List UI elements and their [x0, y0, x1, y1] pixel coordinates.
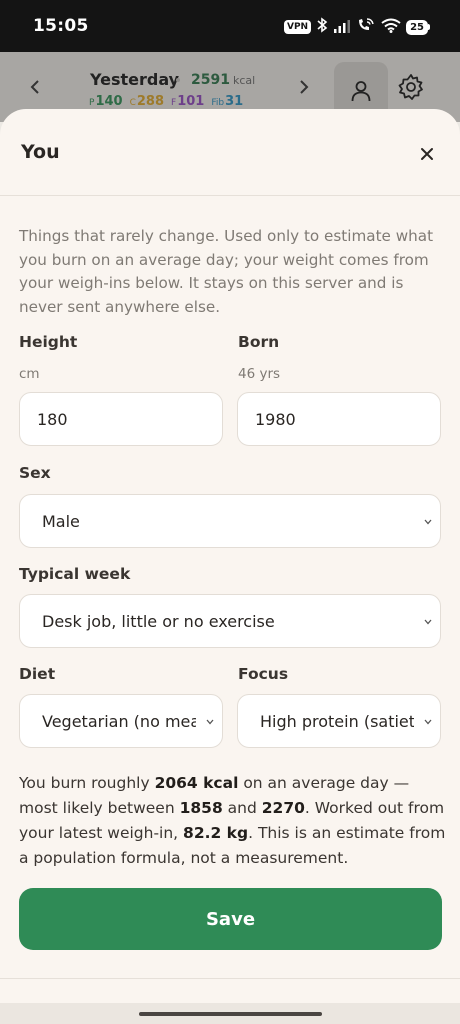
burn-kcal: 2064 kcal	[154, 774, 239, 792]
day-kcal: 2591 kcal	[191, 72, 256, 88]
wifi-calling-icon	[356, 17, 376, 37]
status-bar: 15:05 VPN 25	[0, 0, 460, 52]
focus-label: Focus	[238, 665, 289, 683]
vpn-icon: VPN	[283, 20, 312, 34]
focus-value: High protein (satiety)	[260, 711, 414, 731]
next-day-button[interactable]	[297, 78, 311, 100]
burn-low: 1858	[179, 799, 223, 817]
born-label: Born	[238, 333, 280, 351]
chevron-down-icon	[424, 719, 432, 725]
macro-fat: F101	[171, 94, 205, 109]
macro-summary: P140 C288 F101 Fib31	[89, 94, 243, 109]
macro-fiber: Fib31	[211, 94, 244, 109]
intro-text: Things that rarely change. Used only to …	[19, 227, 434, 316]
sex-label: Sex	[19, 464, 51, 482]
previous-day-button[interactable]	[28, 78, 42, 100]
gear-icon	[398, 74, 423, 100]
settings-button[interactable]	[396, 72, 426, 106]
burn-high: 2270	[261, 799, 305, 817]
macro-carbs: C288	[129, 94, 165, 109]
macro-protein: P140	[89, 94, 123, 109]
home-indicator[interactable]	[139, 1012, 322, 1016]
wifi-icon	[381, 18, 401, 37]
height-label: Height	[19, 333, 78, 351]
diet-label: Diet	[19, 665, 56, 683]
status-icons: VPN 25	[283, 15, 430, 39]
sex-select[interactable]: Male	[19, 494, 441, 548]
status-time: 15:05	[33, 16, 89, 36]
sex-value: Male	[42, 511, 80, 531]
born-input[interactable]: 1980	[237, 392, 441, 446]
diet-value: Vegetarian (no meat)	[42, 711, 196, 731]
chevron-down-icon	[424, 519, 432, 525]
battery-level: 25	[406, 19, 428, 35]
burn-estimate-text: You burn roughly 2064 kcal on an average…	[19, 774, 446, 867]
height-value: 180	[37, 409, 68, 429]
separator-dot	[176, 78, 180, 82]
typical-week-label: Typical week	[19, 565, 131, 583]
sheet-title: You	[21, 141, 60, 163]
height-input[interactable]: 180	[19, 392, 223, 446]
close-icon	[421, 148, 433, 160]
save-button[interactable]: Save	[19, 888, 442, 950]
profile-sheet: You Things that rarely change. Used only…	[0, 109, 460, 1003]
latest-weight: 82.2 kg	[183, 824, 249, 842]
sheet-header: You	[0, 109, 460, 196]
system-nav-bar	[0, 1003, 460, 1024]
sheet-divider	[0, 978, 460, 979]
chevron-down-icon	[424, 619, 432, 625]
close-button[interactable]	[413, 142, 441, 166]
height-unit: cm	[19, 366, 40, 382]
day-label[interactable]: Yesterday	[90, 70, 179, 89]
born-value: 1980	[255, 409, 296, 429]
signal-icon	[333, 18, 351, 37]
focus-select[interactable]: High protein (satiety)	[237, 694, 441, 748]
typical-week-select[interactable]: Desk job, little or no exercise	[19, 594, 441, 648]
battery-icon: 25	[406, 19, 430, 35]
person-icon	[351, 81, 371, 102]
chevron-down-icon	[206, 719, 214, 725]
typical-week-value: Desk job, little or no exercise	[42, 611, 275, 631]
diet-select[interactable]: Vegetarian (no meat)	[19, 694, 223, 748]
age-text: 46 yrs	[238, 366, 281, 382]
bluetooth-icon	[316, 17, 328, 37]
